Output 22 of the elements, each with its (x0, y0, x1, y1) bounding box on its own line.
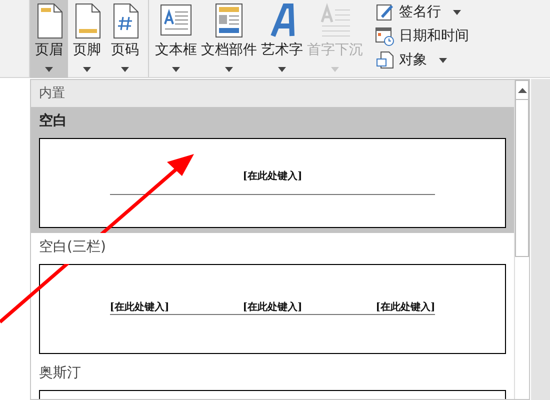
ribbon-button[interactable]: 对象 (373, 48, 471, 72)
ribbon-button[interactable]: 页脚 (68, 0, 106, 78)
gallery-item[interactable]: 空白 [在此处键入] (31, 107, 514, 233)
ribbon-button[interactable]: 日期和时间 (373, 24, 471, 48)
scroll-up-button[interactable] (515, 80, 529, 100)
up-arrow-icon (518, 88, 526, 92)
ribbon-button[interactable]: 文档部件 (199, 0, 259, 78)
placeholder-text: [在此处键入] (110, 303, 170, 313)
ribbon-button[interactable]: 文本框 (153, 0, 199, 78)
signature-pen-icon (375, 2, 395, 22)
ribbon-button[interactable]: 页码 (106, 0, 144, 78)
ribbon-button[interactable]: 艺术字 (259, 0, 305, 78)
placeholder-text: [在此处键入] (242, 172, 302, 182)
ribbon-button[interactable]: 页眉 (30, 0, 68, 78)
object-icon (375, 50, 395, 70)
placeholder-text: [在此处键入] (376, 303, 436, 313)
scroll-thumb[interactable] (515, 100, 529, 257)
scrollbar[interactable] (514, 80, 529, 399)
section-heading: 内置 (31, 80, 514, 107)
ribbon-button[interactable]: 签名行 (373, 0, 471, 24)
placeholder-text: [在此处键入] (242, 303, 302, 313)
calendar-clock-icon (375, 26, 395, 46)
